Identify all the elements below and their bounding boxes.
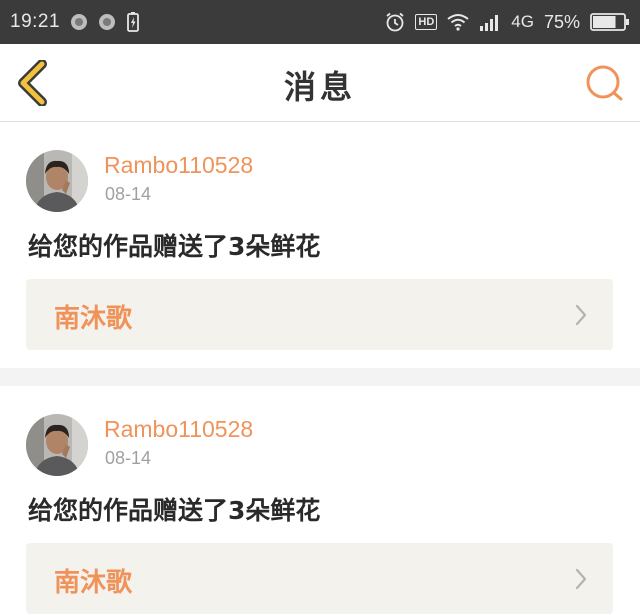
work-title: 南沐歌 [54,568,133,598]
status-bar: 19:21 HD 4G 75% [0,0,640,44]
notification-message: 给您的作品赠送了3朵鲜花 [28,496,321,525]
battery-percent: 75% [543,11,580,32]
avatar-photo [26,414,88,476]
notification-card: Rambo110528 08-14 给您的作品赠送了3朵鲜花 南沐歌 [0,122,640,368]
battery-icon [590,13,629,31]
sender-username[interactable]: Rambo110528 [104,152,253,179]
network-type: 4G [511,12,534,31]
app-notification-icon [99,14,116,30]
avatar-photo [26,150,88,212]
signal-icon [480,15,499,31]
status-bar-right: HD 4G 75% [385,12,630,33]
battery-saver-icon [127,12,139,32]
notification-message: 给您的作品赠送了3朵鲜花 [28,232,321,261]
chevron-right-icon [575,568,587,590]
app-notification-icon [71,14,88,30]
work-link[interactable]: 南沐歌 [26,543,613,614]
notification-date: 08-14 [105,448,152,468]
sender-username[interactable]: Rambo110528 [104,416,253,443]
alarm-icon [386,12,404,32]
work-link[interactable]: 南沐歌 [26,279,613,350]
search-icon [586,65,623,101]
chevron-right-icon [575,304,587,326]
status-time: 19:21 [10,11,61,32]
nav-bar: 消息 [0,44,640,122]
wifi-icon [447,14,469,31]
avatar[interactable] [26,414,88,476]
work-title: 南沐歌 [54,304,133,334]
status-bar-left: 19:21 [10,11,140,33]
search-button[interactable] [584,62,626,104]
avatar[interactable] [26,150,88,212]
notification-card: Rambo110528 08-14 给您的作品赠送了3朵鲜花 南沐歌 [0,386,640,615]
page-title: 消息 [283,68,356,106]
hd-badge: HD [415,14,438,30]
notification-date: 08-14 [105,184,152,204]
